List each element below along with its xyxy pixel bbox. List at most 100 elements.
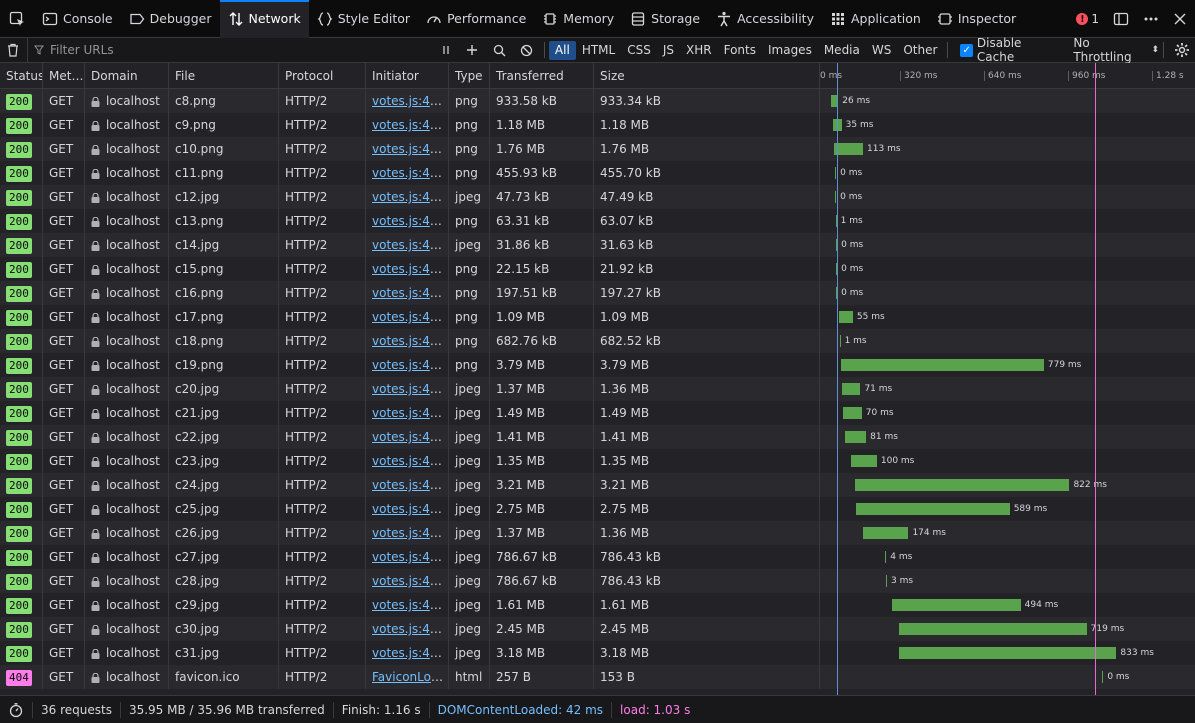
table-row[interactable]: 200 GET localhost c30.jpg HTTP/2 votes.js:46 … bbox=[0, 617, 1195, 641]
network-settings-button[interactable] bbox=[1168, 38, 1195, 63]
initiator-link[interactable]: votes.js:46 (i… bbox=[372, 166, 448, 180]
column-header-domain[interactable]: Domain bbox=[85, 63, 169, 89]
table-row[interactable]: 200 GET localhost c23.jpg HTTP/2 votes.js:46 … bbox=[0, 449, 1195, 473]
table-row[interactable]: 200 GET localhost c29.jpg HTTP/2 votes.js:46 … bbox=[0, 593, 1195, 617]
initiator-link[interactable]: votes.js:46 (i… bbox=[372, 262, 448, 276]
domain-cell: localhost bbox=[85, 665, 169, 689]
table-row[interactable]: 200 GET localhost c28.jpg HTTP/2 votes.js:46 … bbox=[0, 569, 1195, 593]
tab-storage[interactable]: Storage bbox=[622, 0, 708, 38]
pause-button[interactable] bbox=[432, 38, 459, 63]
status-cell: 200 bbox=[0, 569, 43, 593]
column-header-protocol[interactable]: Protocol bbox=[279, 63, 366, 89]
initiator-link[interactable]: votes.js:46 (i… bbox=[372, 310, 448, 324]
throttling-select[interactable]: No Throttling ⬍ bbox=[1073, 36, 1159, 64]
tab-network[interactable]: Network bbox=[219, 0, 309, 38]
filter-other[interactable]: Other bbox=[897, 41, 943, 60]
initiator-link[interactable]: votes.js:46 (i… bbox=[372, 334, 448, 348]
initiator-link[interactable]: votes.js:46 (i… bbox=[372, 502, 448, 516]
column-header-status[interactable]: Status bbox=[0, 63, 43, 89]
column-header-method[interactable]: Met… bbox=[43, 63, 85, 89]
table-row[interactable]: 200 GET localhost c16.png HTTP/2 votes.js:46 … bbox=[0, 281, 1195, 305]
search-button[interactable] bbox=[486, 38, 513, 63]
table-row[interactable]: 200 GET localhost c9.png HTTP/2 votes.js:46 (… bbox=[0, 113, 1195, 137]
initiator-link[interactable]: votes.js:46 (i… bbox=[372, 550, 448, 564]
initiator-link[interactable]: votes.js:46 (i… bbox=[372, 358, 448, 372]
column-header-type[interactable]: Type bbox=[449, 63, 490, 89]
table-row[interactable]: 200 GET localhost c8.png HTTP/2 votes.js:46 (… bbox=[0, 89, 1195, 113]
filter-media[interactable]: Media bbox=[818, 41, 866, 60]
close-icon[interactable] bbox=[1173, 12, 1187, 26]
tab-debugger[interactable]: Debugger bbox=[121, 0, 220, 38]
clear-requests-button[interactable] bbox=[0, 38, 27, 63]
initiator-link[interactable]: votes.js:46 (i… bbox=[372, 574, 448, 588]
block-requests-button[interactable] bbox=[513, 38, 540, 63]
table-row[interactable]: 200 GET localhost c20.jpg HTTP/2 votes.js:46 … bbox=[0, 377, 1195, 401]
table-row[interactable]: 404 GET localhost favicon.ico HTTP/2 FaviconL… bbox=[0, 665, 1195, 689]
initiator-link[interactable]: votes.js:46 (i… bbox=[372, 238, 448, 252]
initiator-link[interactable]: votes.js:46 (i… bbox=[372, 622, 448, 636]
column-header-size[interactable]: Size bbox=[594, 63, 820, 89]
filter-fonts[interactable]: Fonts bbox=[718, 41, 762, 60]
filter-html[interactable]: HTML bbox=[576, 41, 621, 60]
initiator-link[interactable]: votes.js:46 (i… bbox=[372, 190, 448, 204]
filter-xhr[interactable]: XHR bbox=[680, 41, 718, 60]
column-header-initiator[interactable]: Initiator bbox=[366, 63, 449, 89]
filter-images[interactable]: Images bbox=[762, 41, 818, 60]
domain-text: localhost bbox=[106, 358, 160, 372]
initiator-link[interactable]: votes.js:46 (i… bbox=[372, 406, 448, 420]
type-cell: jpeg bbox=[449, 641, 490, 665]
table-row[interactable]: 200 GET localhost c27.jpg HTTP/2 votes.js:46 … bbox=[0, 545, 1195, 569]
table-row[interactable]: 200 GET localhost c26.jpg HTTP/2 votes.js:46 … bbox=[0, 521, 1195, 545]
tab-performance[interactable]: Performance bbox=[418, 0, 534, 38]
column-header-file[interactable]: File bbox=[169, 63, 279, 89]
column-header-transferred[interactable]: Transferred bbox=[490, 63, 594, 89]
table-row[interactable]: 200 GET localhost c21.jpg HTTP/2 votes.js:46 … bbox=[0, 401, 1195, 425]
initiator-link[interactable]: votes.js:46 (i… bbox=[372, 382, 448, 396]
error-count-button[interactable]: ! 1 bbox=[1076, 12, 1099, 26]
initiator-link[interactable]: votes.js:46 (i… bbox=[372, 526, 448, 540]
table-row[interactable]: 200 GET localhost c13.png HTTP/2 votes.js:46 … bbox=[0, 209, 1195, 233]
table-row[interactable]: 200 GET localhost c31.jpg HTTP/2 votes.js:46 … bbox=[0, 641, 1195, 665]
table-row[interactable]: 200 GET localhost c25.jpg HTTP/2 votes.js:46 … bbox=[0, 497, 1195, 521]
table-row[interactable]: 200 GET localhost c15.png HTTP/2 votes.js:46 … bbox=[0, 257, 1195, 281]
tab-accessibility[interactable]: Accessibility bbox=[708, 0, 822, 38]
table-row[interactable]: 200 GET localhost c10.png HTTP/2 votes.js:46 … bbox=[0, 137, 1195, 161]
initiator-link[interactable]: votes.js:46 (i… bbox=[372, 118, 448, 132]
filter-all[interactable]: All bbox=[548, 40, 576, 60]
table-row[interactable]: 200 GET localhost c11.png HTTP/2 votes.js:46 … bbox=[0, 161, 1195, 185]
initiator-link[interactable]: FaviconLoad… bbox=[372, 670, 448, 684]
table-row[interactable]: 200 GET localhost c17.png HTTP/2 votes.js:46 … bbox=[0, 305, 1195, 329]
initiator-link[interactable]: votes.js:46 (i… bbox=[372, 430, 448, 444]
tab-style-editor[interactable]: Style Editor bbox=[309, 0, 418, 38]
filter-ws[interactable]: WS bbox=[866, 41, 897, 60]
table-row[interactable]: 200 GET localhost c12.jpg HTTP/2 votes.js:46 … bbox=[0, 185, 1195, 209]
status-cell: 200 bbox=[0, 161, 43, 185]
element-picker-button[interactable] bbox=[0, 0, 34, 38]
filter-css[interactable]: CSS bbox=[621, 41, 657, 60]
new-request-button[interactable] bbox=[459, 38, 486, 63]
more-options-icon[interactable] bbox=[1143, 11, 1159, 27]
dock-options-icon[interactable] bbox=[1113, 11, 1129, 27]
table-row[interactable]: 200 GET localhost c19.png HTTP/2 votes.js:46 … bbox=[0, 353, 1195, 377]
table-row[interactable]: 200 GET localhost c14.jpg HTTP/2 votes.js:46 … bbox=[0, 233, 1195, 257]
column-header-waterfall[interactable]: 0 ms 320 ms 640 ms 960 ms 1.28 s bbox=[820, 63, 1195, 89]
table-row[interactable]: 200 GET localhost c24.jpg HTTP/2 votes.js:46 … bbox=[0, 473, 1195, 497]
initiator-link[interactable]: votes.js:46 (i… bbox=[372, 598, 448, 612]
initiator-link[interactable]: votes.js:46 (i… bbox=[372, 478, 448, 492]
initiator-link[interactable]: votes.js:46 (i… bbox=[372, 214, 448, 228]
disable-cache-checkbox[interactable]: ✓ Disable Cache bbox=[960, 36, 1059, 64]
table-row[interactable]: 200 GET localhost c22.jpg HTTP/2 votes.js:46 … bbox=[0, 425, 1195, 449]
initiator-link[interactable]: votes.js:46 (i… bbox=[372, 142, 448, 156]
initiator-link[interactable]: votes.js:46 (i… bbox=[372, 94, 448, 108]
table-row[interactable]: 200 GET localhost c18.png HTTP/2 votes.js:46 … bbox=[0, 329, 1195, 353]
tab-memory[interactable]: Memory bbox=[534, 0, 622, 38]
initiator-link[interactable]: votes.js:46 (i… bbox=[372, 646, 448, 660]
tab-inspector[interactable]: Inspector bbox=[929, 0, 1024, 38]
initiator-link[interactable]: votes.js:46 (i… bbox=[372, 454, 448, 468]
tab-application[interactable]: Application bbox=[822, 0, 929, 38]
performance-analysis-button[interactable] bbox=[0, 701, 33, 718]
filter-js[interactable]: JS bbox=[657, 41, 680, 60]
initiator-link[interactable]: votes.js:46 (i… bbox=[372, 286, 448, 300]
tab-console[interactable]: Console bbox=[34, 0, 121, 38]
filter-urls-input[interactable]: Filter URLs bbox=[26, 37, 432, 63]
